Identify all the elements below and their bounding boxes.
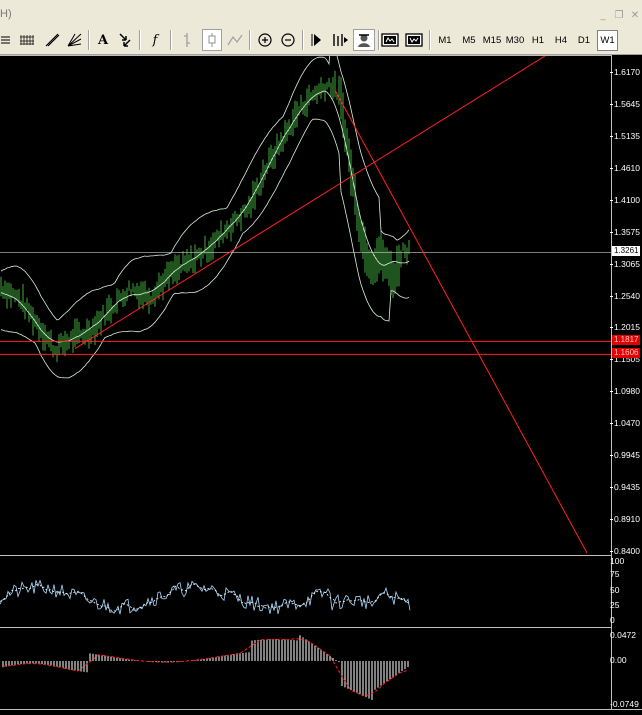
price-axis-tick [610, 231, 613, 233]
macd-label-zero: 0.00 [610, 655, 627, 665]
price-chart-canvas[interactable] [0, 56, 611, 555]
price-axis-label: 1.2540 [614, 290, 640, 301]
toolbar-separator [302, 30, 304, 50]
oscillator-line [0, 579, 411, 615]
price-axis-tick [610, 135, 613, 137]
candlestick-icon[interactable] [202, 29, 222, 51]
period-box-icon-2[interactable] [404, 29, 424, 51]
crosshair-grid-icon[interactable] [0, 29, 12, 51]
horizontal-level-label: 1.1817 [612, 335, 641, 346]
price-axis-tick [610, 551, 613, 552]
macd-pane[interactable] [0, 627, 611, 709]
price-axis-tick [610, 167, 613, 169]
price-axis-label: 1.4610 [614, 162, 640, 173]
price-axis-label: 1.0980 [614, 386, 640, 397]
time-axis-strip [0, 709, 642, 715]
current-price-label: 1.3261 [612, 246, 641, 257]
oscillator-pane[interactable] [0, 555, 611, 627]
gann-fan-icon[interactable] [64, 29, 84, 51]
macd-canvas[interactable] [0, 628, 611, 709]
timeframe-w1-button[interactable]: W1 [597, 30, 618, 51]
price-axis-tick [610, 423, 613, 425]
price-axis-tick [610, 391, 613, 393]
downtrend-line[interactable] [334, 90, 588, 554]
timeframe-m1-button[interactable]: M1 [435, 30, 455, 51]
toolbar-separator [249, 30, 251, 50]
price-axis-tick [610, 263, 613, 265]
macd-label-max: 0.0472 [610, 630, 636, 640]
minimize-icon[interactable]: _ [596, 10, 610, 21]
restore-icon[interactable]: ❐ [612, 10, 626, 21]
toolbar-separator [139, 30, 141, 50]
oscillator-label-100: 100 [610, 556, 625, 566]
toolbar-separator [170, 30, 172, 50]
price-axis-label: 1.3065 [614, 258, 640, 269]
expert-advisor-icon[interactable] [353, 29, 375, 51]
period-separator-icon[interactable] [17, 29, 37, 51]
label-arrows-icon[interactable] [115, 29, 135, 51]
price-axis-label: 1.2015 [614, 322, 640, 333]
price-axis-tick [610, 455, 613, 457]
oscillator-label-75: 75 [610, 569, 620, 579]
close-icon[interactable]: ✕ [628, 10, 642, 21]
upper-band-line [0, 56, 410, 321]
price-axis-label: 0.8910 [614, 514, 640, 525]
toolbar-separator [88, 30, 90, 50]
line-chart-icon[interactable] [226, 29, 244, 51]
price-axis-tick [610, 199, 613, 201]
price-axis-label: 1.4100 [614, 194, 640, 205]
oscillator-label-25: 25 [610, 600, 620, 610]
price-axis-label: 0.9435 [614, 482, 640, 493]
price-axis-tick [610, 359, 613, 361]
text-icon[interactable]: A [94, 29, 112, 51]
timeframe-m30-button[interactable]: M30 [504, 30, 526, 51]
oscillator-label-0: 0 [610, 615, 615, 625]
price-axis-label: 1.5645 [614, 98, 640, 109]
chart-shift-icon[interactable] [308, 29, 326, 51]
chart-toolbar: A f M1 M5 M15 M30 H1 H4 D1 W1 [0, 26, 642, 55]
toolbar-separator [429, 30, 431, 50]
timeframe-d1-button[interactable]: D1 [573, 30, 595, 51]
oscillator-label-50: 50 [610, 585, 620, 595]
timeframe-m5-button[interactable]: M5 [458, 30, 480, 51]
indicator-fx-icon[interactable]: f [145, 29, 165, 51]
period-box-icon-1[interactable] [380, 29, 400, 51]
timeframe-h1-button[interactable]: H1 [527, 30, 549, 51]
price-axis-label: 1.5135 [614, 130, 640, 141]
price-axis-tick [610, 72, 613, 73]
price-axis-label: 1.0470 [614, 418, 640, 429]
price-axis-label: 0.9945 [614, 450, 640, 461]
price-chart-pane[interactable] [0, 55, 611, 555]
timeframe-h4-button[interactable]: H4 [550, 30, 572, 51]
zoom-in-icon[interactable] [255, 29, 275, 51]
trendline-icon[interactable] [42, 29, 62, 51]
zoom-out-icon[interactable] [278, 29, 298, 51]
price-axis-tick [610, 327, 613, 329]
price-axis-tick [610, 519, 613, 521]
horizontal-level-label: 1.1606 [612, 348, 641, 359]
moving-average-line [0, 90, 410, 343]
auto-scroll-icon[interactable] [330, 29, 350, 51]
timeframe-m15-button[interactable]: M15 [481, 30, 503, 51]
macd-label-min: -0.0749 [610, 699, 639, 709]
price-axis-tick [610, 103, 613, 105]
window-title: H) [0, 8, 12, 20]
bar-chart-icon[interactable] [178, 29, 196, 51]
macd-signal-line [2, 638, 409, 697]
title-bar: H) _ ❐ ✕ [0, 0, 642, 26]
oscillator-canvas[interactable] [0, 556, 611, 627]
price-axis-tick [610, 295, 613, 297]
price-axis-label: 1.6170 [614, 67, 640, 77]
price-axis-tick [610, 487, 613, 489]
price-axis-label: 1.3575 [614, 226, 640, 237]
